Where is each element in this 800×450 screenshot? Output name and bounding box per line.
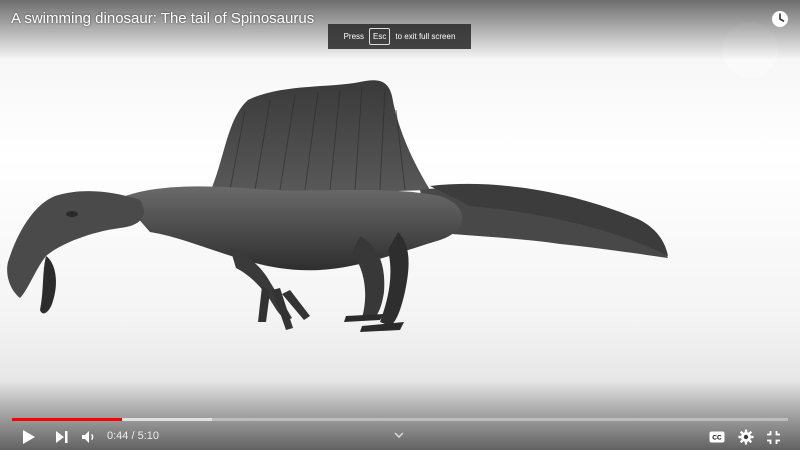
volume-icon[interactable] — [80, 428, 98, 446]
duration: 5:10 — [137, 430, 160, 442]
esc-key-badge: Esc — [369, 28, 391, 45]
exit-fullscreen-icon[interactable] — [764, 428, 782, 446]
svg-text:CC: CC — [712, 435, 722, 442]
progress-played — [12, 418, 123, 421]
hint-suffix-text: to exit full screen — [395, 32, 456, 41]
play-icon[interactable] — [20, 428, 38, 446]
progress-bar[interactable] — [12, 418, 788, 421]
captions-icon[interactable]: CC — [708, 429, 726, 445]
chevron-down-icon[interactable] — [393, 426, 405, 444]
watch-later-icon[interactable] — [770, 9, 790, 29]
hint-press-text: Press — [343, 32, 365, 41]
fullscreen-exit-hint: Press Esc to exit full screen — [328, 24, 471, 49]
control-bar: 0:44 / 5:10 CC — [0, 424, 800, 450]
time-display: 0:44 / 5:10 — [107, 430, 159, 442]
current-time: 0:44 — [107, 430, 129, 442]
video-player[interactable]: A swimming dinosaur: The tail of Spinosa… — [0, 0, 800, 450]
settings-icon[interactable] — [737, 428, 755, 446]
video-title[interactable]: A swimming dinosaur: The tail of Spinosa… — [11, 10, 314, 27]
time-separator: / — [128, 430, 138, 442]
next-icon[interactable] — [53, 428, 71, 446]
